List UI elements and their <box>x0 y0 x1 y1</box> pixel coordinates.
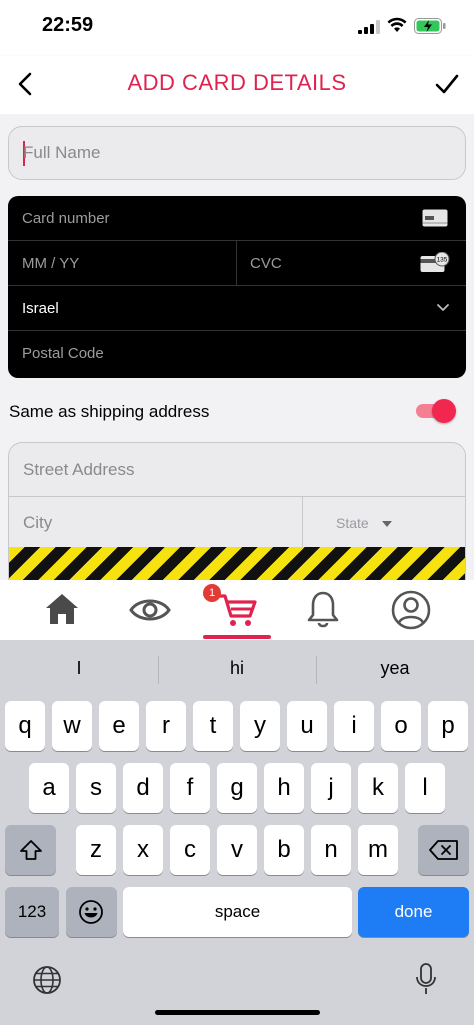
card-number-field[interactable]: Card number <box>8 196 466 241</box>
space-key[interactable]: space <box>123 887 352 937</box>
field-divider <box>236 241 237 286</box>
caret-down-icon <box>382 521 392 527</box>
key-v[interactable]: v <box>217 825 257 875</box>
card-entry-panel: Card number MM / YY CVC 135 Israel Posta… <box>8 196 466 378</box>
key-m[interactable]: m <box>358 825 398 875</box>
key-n[interactable]: n <box>311 825 351 875</box>
status-bar: 22:59 <box>0 0 474 56</box>
key-u[interactable]: u <box>287 701 327 751</box>
card-form: Full Name Card number MM / YY CVC 135 Is… <box>0 114 474 580</box>
predictive-suggestions: I hi yea <box>0 640 474 696</box>
cvc-icon-text: 135 <box>437 257 448 264</box>
cart-icon <box>217 594 257 626</box>
key-e[interactable]: e <box>99 701 139 751</box>
home-indicator <box>155 1010 320 1015</box>
key-o[interactable]: o <box>381 701 421 751</box>
key-x[interactable]: x <box>123 825 163 875</box>
key-j[interactable]: j <box>311 763 351 813</box>
key-r[interactable]: r <box>146 701 186 751</box>
user-circle-icon <box>391 590 431 630</box>
cart-count-badge: 1 <box>203 584 221 602</box>
credit-card-icon <box>422 209 448 227</box>
active-tab-indicator <box>203 635 271 639</box>
tab-views[interactable] <box>116 580 184 640</box>
key-w[interactable]: w <box>52 701 92 751</box>
tab-home[interactable] <box>28 580 96 640</box>
done-key[interactable]: done <box>358 887 469 937</box>
key-p[interactable]: p <box>428 701 468 751</box>
postal-code-placeholder: Postal Code <box>22 345 104 362</box>
key-l[interactable]: l <box>405 763 445 813</box>
key-q[interactable]: q <box>5 701 45 751</box>
shift-key[interactable] <box>5 825 56 875</box>
tab-profile[interactable] <box>377 580 445 640</box>
delete-key[interactable] <box>418 825 469 875</box>
cvc-field[interactable]: CVC <box>250 255 282 272</box>
tab-notifications[interactable] <box>289 580 357 640</box>
emoji-key[interactable] <box>66 887 117 937</box>
ios-keyboard: I hi yea q w e r t y u i o p a s d f g h… <box>0 640 474 1025</box>
app-screen: 22:59 ADD CARD DETAILS Full Name Card nu… <box>0 0 474 1025</box>
key-g[interactable]: g <box>217 763 257 813</box>
key-s[interactable]: s <box>76 763 116 813</box>
suggestion-2[interactable]: hi <box>158 658 316 679</box>
city-placeholder: City <box>23 513 53 532</box>
emoji-icon <box>79 900 103 924</box>
expiry-cvc-row: MM / YY CVC 135 <box>8 241 466 286</box>
suggestion-3[interactable]: yea <box>316 658 474 679</box>
city-input[interactable]: City <box>9 497 303 547</box>
key-a[interactable]: a <box>29 763 69 813</box>
same-as-shipping-toggle[interactable] <box>414 398 458 424</box>
country-select[interactable]: Israel <box>8 286 466 331</box>
app-header: ADD CARD DETAILS <box>0 56 474 114</box>
key-i[interactable]: i <box>334 701 374 751</box>
billing-address-panel: Street Address City State <box>8 442 466 580</box>
key-d[interactable]: d <box>123 763 163 813</box>
full-name-placeholder: Full Name <box>23 143 101 162</box>
tab-cart[interactable]: 1 <box>203 580 271 640</box>
country-value: Israel <box>22 300 59 317</box>
postal-code-field[interactable]: Postal Code <box>8 331 466 376</box>
cvc-card-icon: 135 <box>420 252 450 272</box>
state-select[interactable]: State <box>304 497 465 547</box>
expiry-field[interactable]: MM / YY <box>22 255 79 272</box>
globe-icon[interactable] <box>32 965 62 995</box>
key-k[interactable]: k <box>358 763 398 813</box>
toggle-knob <box>432 399 456 423</box>
backspace-icon <box>429 840 458 860</box>
bottom-tab-bar: 1 <box>0 580 474 640</box>
home-icon <box>46 594 78 624</box>
state-placeholder: State <box>336 515 369 531</box>
same-as-shipping-label: Same as shipping address <box>9 402 210 421</box>
key-b[interactable]: b <box>264 825 304 875</box>
suggestion-1[interactable]: I <box>0 658 158 679</box>
key-c[interactable]: c <box>170 825 210 875</box>
wifi-icon <box>387 17 407 32</box>
battery-charging-icon <box>414 18 446 34</box>
key-h[interactable]: h <box>264 763 304 813</box>
street-address-placeholder: Street Address <box>23 460 135 479</box>
card-number-placeholder: Card number <box>22 210 110 227</box>
key-f[interactable]: f <box>170 763 210 813</box>
signal-icon <box>358 20 380 34</box>
checkmark-icon[interactable] <box>434 72 460 96</box>
bell-icon <box>307 591 339 628</box>
eye-icon <box>129 599 171 621</box>
street-address-input[interactable]: Street Address <box>9 443 465 497</box>
key-z[interactable]: z <box>76 825 116 875</box>
numbers-key[interactable]: 123 <box>5 887 59 937</box>
hazard-stripe-overflow-indicator <box>9 547 465 580</box>
chevron-down-icon <box>437 304 449 311</box>
page-title: ADD CARD DETAILS <box>127 70 347 95</box>
key-y[interactable]: y <box>240 701 280 751</box>
full-name-input[interactable]: Full Name <box>8 126 466 180</box>
key-t[interactable]: t <box>193 701 233 751</box>
status-time: 22:59 <box>42 14 94 36</box>
microphone-icon[interactable] <box>415 962 437 996</box>
shift-icon <box>20 840 42 860</box>
